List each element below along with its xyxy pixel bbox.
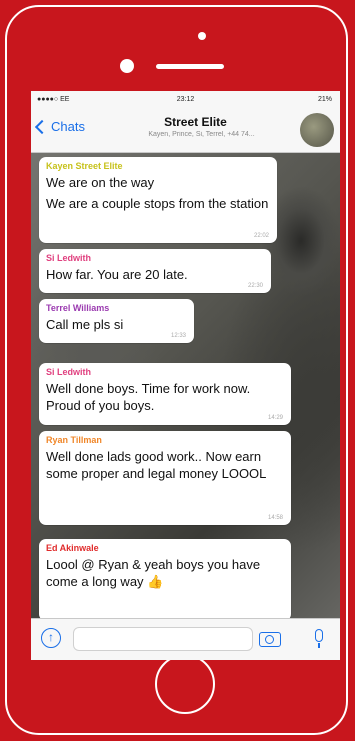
message-time: 22:30 xyxy=(247,283,263,289)
compose-toolbar: ↑ xyxy=(31,618,340,660)
battery-level: 21% xyxy=(317,96,332,103)
message-bubble[interactable]: Ryan Tillman Well done lads good work.. … xyxy=(39,431,291,525)
message-text: We are a couple stops from the station xyxy=(46,196,269,211)
message-text: Well done boys. Time for work now. Proud… xyxy=(46,381,251,413)
message-input[interactable] xyxy=(73,627,253,651)
status-bar: ●●●●○ EE 23:12 21% xyxy=(31,91,340,109)
earpiece-dot xyxy=(198,32,206,40)
message-time: 14:58 xyxy=(267,515,283,521)
speaker-slot xyxy=(156,64,224,69)
chat-header: Chats Street Elite Kayen, Prince, Si, Te… xyxy=(31,109,340,153)
home-button[interactable] xyxy=(155,654,215,714)
message-text: Well done lads good work.. Now earn some… xyxy=(46,449,267,481)
message-bubble[interactable]: Kayen Street Elite We are on the way We … xyxy=(39,157,277,243)
message-bubble[interactable]: Terrel Williams Call me pls si 12:33 xyxy=(39,299,194,343)
message-time: 14:29 xyxy=(267,415,283,421)
group-avatar[interactable] xyxy=(300,113,334,147)
group-members[interactable]: Kayen, Prince, Si, Terrel, +44 74... xyxy=(111,131,292,138)
message-text: Loool @ Ryan & yeah boys you have come a… xyxy=(46,557,261,589)
status-time: 23:12 xyxy=(176,96,195,103)
message-sender: Kayen Street Elite xyxy=(46,161,123,171)
message-time: 22:02 xyxy=(253,233,269,239)
chevron-left-icon xyxy=(34,119,50,134)
message-sender: Si Ledwith xyxy=(46,367,91,377)
back-button[interactable]: Chats xyxy=(34,119,85,134)
front-camera xyxy=(120,59,134,73)
group-title[interactable]: Street Elite xyxy=(111,115,280,129)
message-sender: Terrel Williams xyxy=(46,303,110,313)
upload-icon[interactable]: ↑ xyxy=(41,628,61,648)
message-time: 12:33 xyxy=(170,333,186,339)
message-bubble[interactable]: Si Ledwith Well done boys. Time for work… xyxy=(39,363,291,425)
message-sender: Si Ledwith xyxy=(46,253,91,263)
message-text: We are on the way xyxy=(46,175,155,190)
message-bubble[interactable]: Si Ledwith How far. You are 20 late. 22:… xyxy=(39,249,271,293)
back-label: Chats xyxy=(51,119,85,134)
camera-icon[interactable] xyxy=(259,632,281,647)
message-text: Call me pls si xyxy=(46,317,124,332)
mic-icon[interactable] xyxy=(315,629,323,642)
message-bubble[interactable]: Ed Akinwale Loool @ Ryan & yeah boys you… xyxy=(39,539,291,621)
message-sender: Ryan Tillman xyxy=(46,435,102,445)
mic-stand xyxy=(318,643,320,648)
message-sender: Ed Akinwale xyxy=(46,543,99,553)
message-text: How far. You are 20 late. xyxy=(46,267,188,282)
phone-screen: ●●●●○ EE 23:12 21% Chats Street Elite Ka… xyxy=(31,91,340,660)
